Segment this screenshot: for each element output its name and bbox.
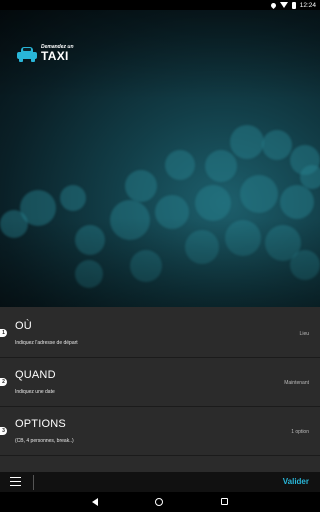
row-subtitle: (CB, 4 personnes, break..) [15, 438, 74, 444]
step-number: 2 [0, 378, 7, 386]
step-number: 1 [0, 329, 7, 337]
row-title: QUAND [15, 369, 56, 381]
taxi-car-icon [17, 46, 37, 62]
status-time: 12:24 [299, 1, 316, 9]
row-value: 1 option [291, 429, 309, 435]
request-panel: 1 OÙ Indiquez l'adresse de départ Lieu 2… [0, 307, 320, 472]
row-value: Maintenant [284, 380, 309, 386]
battery-icon [291, 1, 296, 9]
logo-name: TAXI [41, 49, 69, 63]
row-value: Lieu [299, 331, 309, 337]
row-subtitle: Indiquez l'adresse de départ [15, 340, 78, 346]
app-logo: Demandez un TAXI [17, 45, 74, 62]
status-bar: 12:24 [0, 0, 320, 10]
home-icon[interactable] [155, 498, 163, 506]
back-icon[interactable] [92, 498, 98, 506]
row-title: OPTIONS [15, 418, 66, 430]
row-title: OÙ [15, 320, 32, 332]
wifi-icon [279, 2, 288, 8]
step-number: 3 [0, 427, 7, 435]
validate-button[interactable]: Valider [283, 477, 309, 486]
bottom-toolbar: Valider [0, 472, 320, 492]
system-nav-bar [0, 492, 320, 512]
row-subtitle: Indiquez une date [15, 389, 55, 395]
location-icon [269, 1, 277, 9]
menu-icon[interactable] [10, 477, 21, 486]
row-when[interactable]: 2 QUAND Indiquez une date Maintenant [0, 359, 320, 407]
recent-apps-icon[interactable] [221, 498, 228, 505]
row-options[interactable]: 3 OPTIONS (CB, 4 personnes, break..) 1 o… [0, 408, 320, 456]
row-where[interactable]: 1 OÙ Indiquez l'adresse de départ Lieu [0, 310, 320, 358]
toolbar-divider [33, 475, 34, 490]
